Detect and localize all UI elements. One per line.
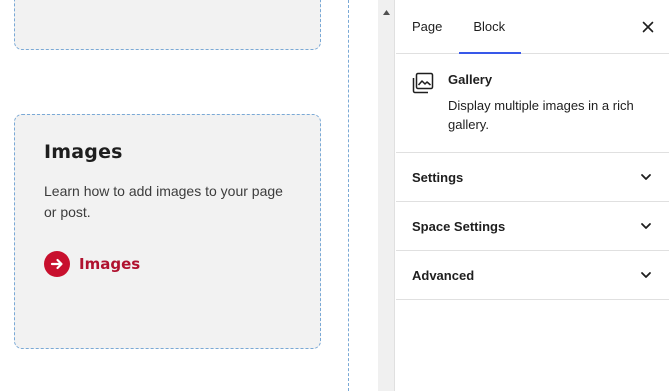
- panel-settings-label: Settings: [412, 169, 464, 185]
- close-icon[interactable]: [641, 20, 655, 34]
- panel-space-settings[interactable]: Space Settings: [396, 202, 669, 251]
- column-guide: [348, 0, 349, 391]
- card-link-label: Images: [79, 255, 141, 273]
- tab-page-label: Page: [412, 19, 443, 34]
- block-info: Gallery Display multiple images in a ric…: [448, 72, 648, 152]
- content-card[interactable]: Images Learn how to add images to your p…: [14, 114, 321, 349]
- card-title: Images: [44, 141, 123, 163]
- block-description: Display multiple images in a rich galler…: [448, 98, 634, 132]
- chevron-down-icon: [639, 170, 653, 184]
- card-link[interactable]: Images: [44, 251, 292, 277]
- settings-sidebar: Page Block Gallery Display multiple imag…: [396, 0, 669, 391]
- panel-settings[interactable]: Settings: [396, 153, 669, 202]
- gallery-icon: [412, 72, 434, 94]
- chevron-down-icon: [639, 219, 653, 233]
- card-description: Learn how to add images to your page or …: [44, 183, 283, 220]
- scroll-up-arrow-icon[interactable]: [378, 8, 395, 20]
- block-title: Gallery: [448, 72, 493, 87]
- sidebar-tabs: Page Block: [396, 0, 669, 54]
- content-card-previous[interactable]: [14, 0, 321, 50]
- chevron-down-icon: [639, 268, 653, 282]
- panel-space-settings-label: Space Settings: [412, 218, 506, 234]
- scrollbar[interactable]: [378, 0, 395, 391]
- panel-advanced-label: Advanced: [412, 267, 475, 283]
- tab-page[interactable]: Page: [412, 0, 457, 53]
- panel-advanced[interactable]: Advanced: [396, 251, 669, 300]
- arrow-right-icon: [44, 251, 70, 277]
- tab-block[interactable]: Block: [457, 0, 521, 54]
- editor-canvas: Images Learn how to add images to your p…: [0, 0, 378, 391]
- tab-block-label: Block: [473, 19, 506, 34]
- block-card: Gallery Display multiple images in a ric…: [396, 54, 669, 153]
